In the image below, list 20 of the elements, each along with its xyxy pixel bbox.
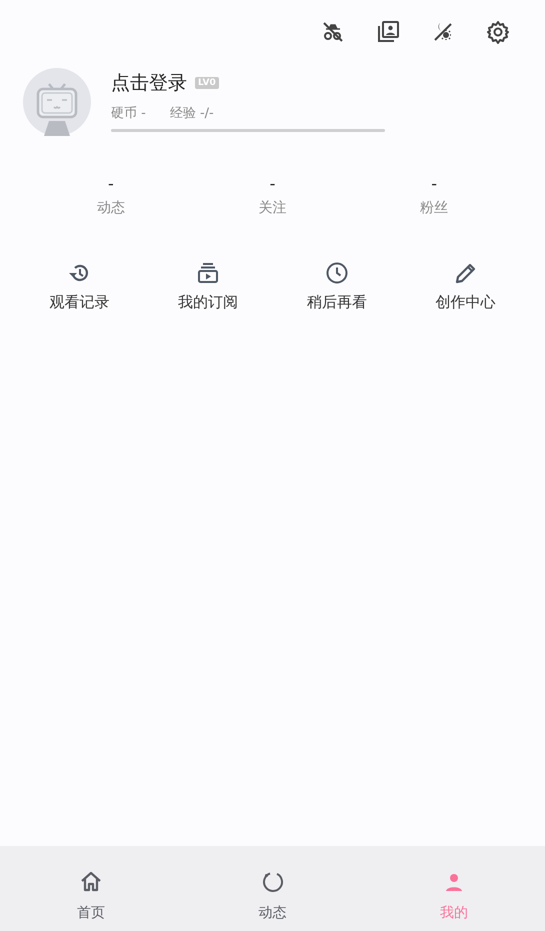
shortcut-button[interactable]: 我的订阅 xyxy=(144,261,272,312)
login-link[interactable]: 点击登录 xyxy=(111,70,187,96)
coins-text: 硬币 - xyxy=(111,105,146,122)
settings-icon[interactable] xyxy=(486,20,510,44)
stat-value[interactable]: - xyxy=(431,174,438,193)
shortcut-button[interactable]: 观看记录 xyxy=(15,261,144,312)
pencil-icon xyxy=(454,261,478,285)
gallery-icon[interactable] xyxy=(376,20,400,44)
shortcut-button[interactable]: 创作中心 xyxy=(401,261,530,312)
stat-value[interactable]: - xyxy=(108,174,114,193)
experience-text: 经验 -/- xyxy=(170,105,214,122)
incognito-off-icon[interactable] xyxy=(321,20,345,44)
nav-tab[interactable]: 首页 xyxy=(0,846,182,931)
stat-value[interactable]: - xyxy=(270,174,276,193)
circle-arrow-icon xyxy=(260,870,284,894)
home-icon xyxy=(78,870,103,894)
nav-tab[interactable]: 动态 xyxy=(182,846,364,931)
shortcut-button[interactable]: 稍后再看 xyxy=(272,261,402,312)
clock-icon xyxy=(324,261,349,285)
subscription-icon xyxy=(196,261,220,285)
